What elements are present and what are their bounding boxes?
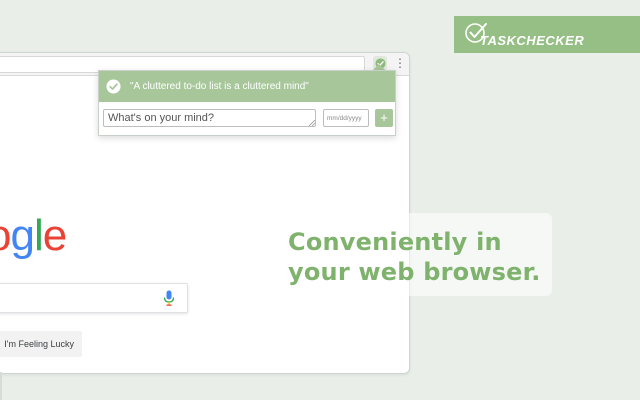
extension-popup: "A cluttered to-do list is a cluttered m… <box>98 70 396 136</box>
motivational-quote: "A cluttered to-do list is a cluttered m… <box>130 81 309 92</box>
logo-letter: g <box>10 211 35 260</box>
divider <box>0 372 2 400</box>
tagline-card: Conveniently in your web browser. <box>278 213 552 296</box>
new-task-row: + <box>103 109 393 129</box>
microphone-icon[interactable] <box>163 290 175 306</box>
google-search-input[interactable] <box>0 283 188 313</box>
logo-letter: l <box>33 211 44 260</box>
tagline-line-1: Conveniently in <box>288 228 502 256</box>
tagline-line-2: your web browser. <box>288 258 541 286</box>
resize-handle-icon[interactable] <box>309 120 315 126</box>
feeling-lucky-button[interactable]: I'm Feeling Lucky <box>0 331 82 357</box>
more-vert-icon[interactable]: ⋮ <box>394 56 406 70</box>
logo-letter: o <box>0 211 12 260</box>
google-logo: ogle <box>0 211 68 261</box>
due-date-input[interactable] <box>323 109 369 127</box>
check-circle-icon <box>106 79 121 94</box>
quote-bar: "A cluttered to-do list is a cluttered m… <box>99 71 395 102</box>
tagline: Conveniently in your web browser. <box>288 227 541 287</box>
logo-letter: e <box>42 211 68 260</box>
task-input[interactable] <box>103 109 316 127</box>
brand-name: TASKCHECKER <box>480 33 585 48</box>
add-task-button[interactable]: + <box>375 109 393 127</box>
brand-badge: TASKCHECKER <box>454 16 640 53</box>
